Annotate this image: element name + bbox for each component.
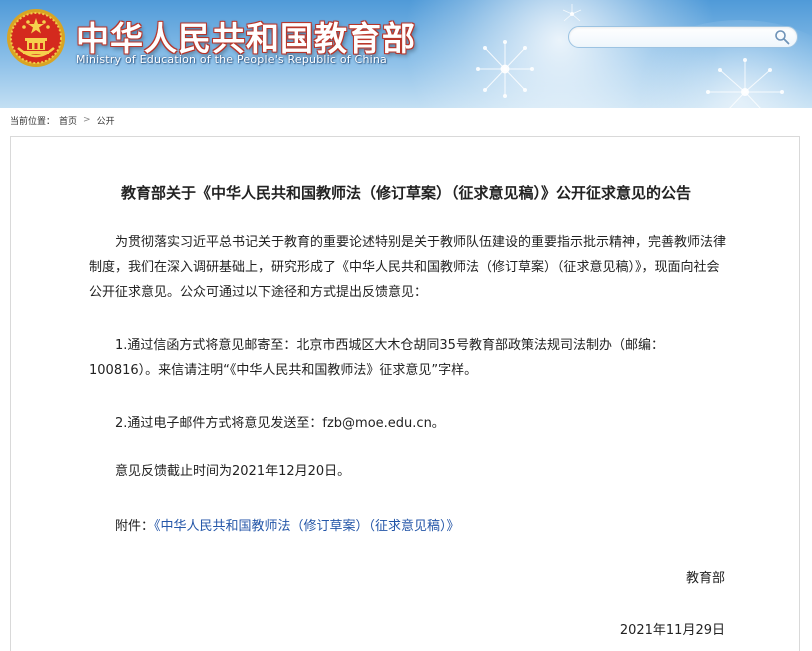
publish-date: 2021年11月29日 bbox=[619, 623, 725, 638]
article-paragraph-mail: 1.通过信函方式将意见邮寄至：北京市西城区大木仓胡同35号教育部政策法规司法制办… bbox=[89, 338, 664, 378]
article-paragraph-deadline: 意见反馈截止时间为2021年12月20日。 bbox=[115, 464, 351, 479]
breadcrumb-public-link[interactable]: 公开 bbox=[97, 114, 115, 127]
breadcrumb: 当前位置： 首页 > 公开 bbox=[10, 113, 115, 127]
attachment-row: 附件：《中华人民共和国教师法（修订草案）（征求意见稿）》 bbox=[115, 514, 460, 539]
dandelion-icon bbox=[476, 40, 534, 98]
national-emblem-icon bbox=[7, 9, 65, 67]
breadcrumb-label: 当前位置： bbox=[10, 116, 56, 127]
search-input[interactable] bbox=[568, 26, 798, 48]
article-panel: 教育部关于《中华人民共和国教师法（修订草案）（征求意见稿）》公开征求意见的公告 … bbox=[10, 136, 800, 651]
article-paragraph-email: 2.通过电子邮件方式将意见发送至：fzb@moe.edu.cn。 bbox=[115, 416, 445, 431]
breadcrumb-home-link[interactable]: 首页 bbox=[59, 114, 77, 127]
header-banner: 中华人民共和国教育部 Ministry of Education of the … bbox=[0, 0, 812, 108]
page: 中华人民共和国教育部 Ministry of Education of the … bbox=[0, 0, 812, 651]
attachment-label: 附件： bbox=[115, 519, 155, 534]
attachment-link[interactable]: 《中华人民共和国教师法（修订草案）（征求意见稿）》 bbox=[154, 519, 460, 534]
dandelion-icon bbox=[562, 4, 582, 22]
dandelion-icon bbox=[706, 58, 784, 108]
search-icon[interactable] bbox=[774, 29, 790, 45]
breadcrumb-separator: > bbox=[83, 115, 91, 125]
signature: 教育部 bbox=[685, 571, 725, 586]
site-subtitle: Ministry of Education of the People's Re… bbox=[76, 53, 387, 66]
article-paragraph-intro: 为贯彻落实习近平总书记关于教育的重要论述特别是关于教师队伍建设的重要指示批示精神… bbox=[89, 235, 727, 300]
article-title: 教育部关于《中华人民共和国教师法（修订草案）（征求意见稿）》公开征求意见的公告 bbox=[120, 184, 691, 202]
